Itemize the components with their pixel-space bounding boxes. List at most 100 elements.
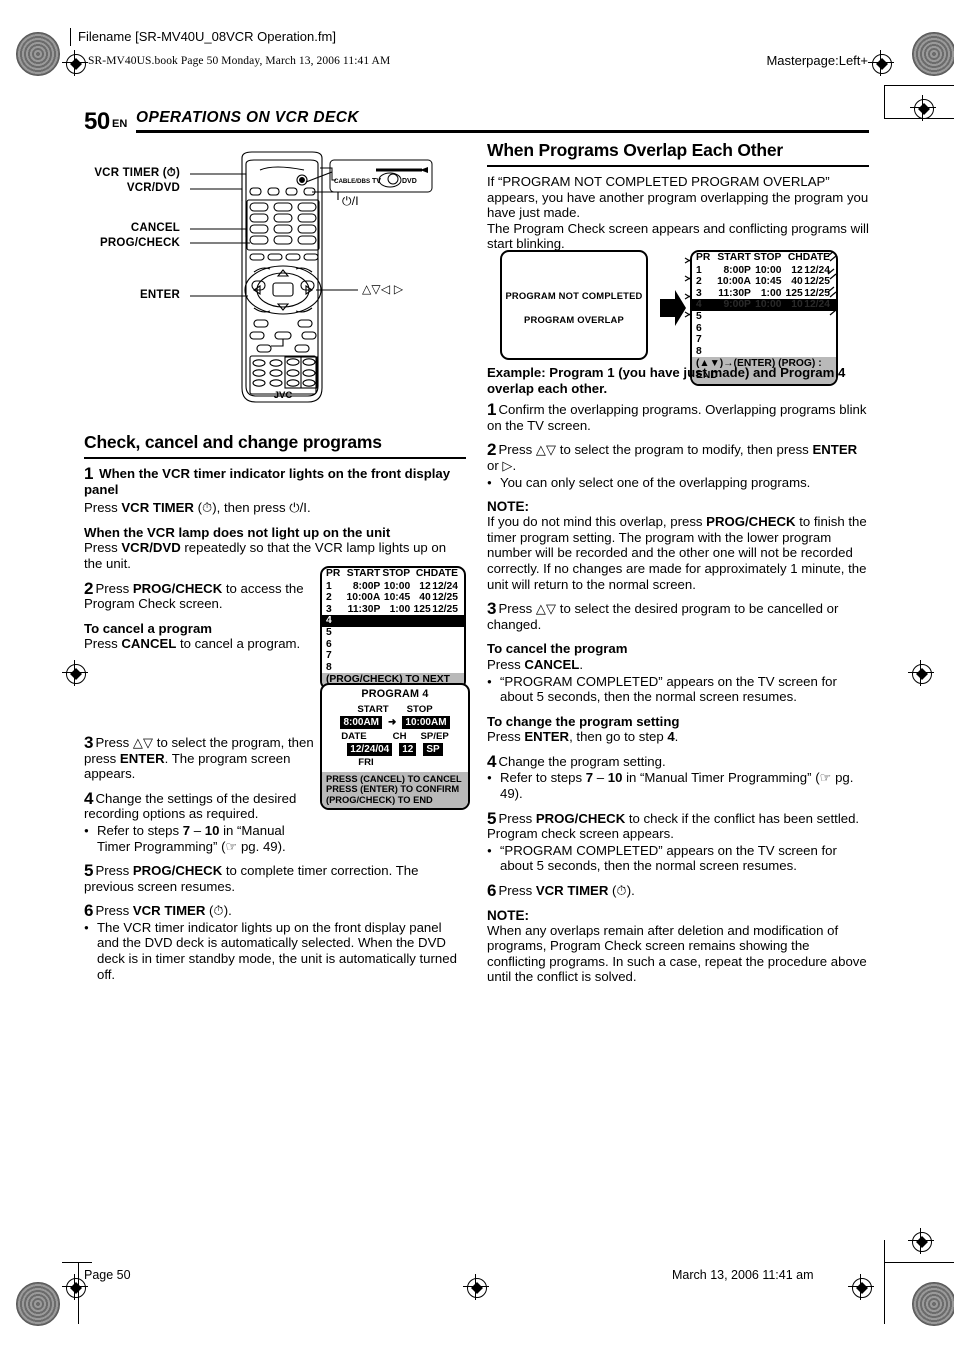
crop-line-bottom-right-v (884, 1240, 885, 1324)
bold-key: CANCEL (121, 636, 177, 652)
blink-indicator-left (684, 257, 691, 318)
cell-start: 8:00P (723, 264, 751, 276)
left-step-6-bullets: The VCR timer indicator lights up on the… (84, 920, 466, 982)
selector-label-cable-dbs: CABLE/DBS (334, 178, 370, 185)
text-fragment: – (190, 822, 205, 838)
text-fragment: Press (487, 656, 525, 672)
reg-mark-br (848, 1274, 874, 1300)
cell-ch: 125 (785, 287, 803, 299)
right-step-2: 2 Press △▽ to select the program to modif… (487, 441, 869, 473)
bold-key: PROG/CHECK (132, 863, 223, 879)
text-fragment: (⏱). (205, 903, 232, 919)
list-item: Refer to steps 7 – 10 in “Manual Timer P… (487, 770, 869, 801)
table-row[interactable]: 8 (322, 662, 464, 674)
table-row-selected[interactable]: 4 (322, 615, 464, 627)
cell-ch: 40 (791, 276, 803, 288)
text-fragment: Press (95, 863, 133, 879)
program-check-table: PR START STOP CH DATE 1 8:00P 10:00 12 1… (692, 252, 836, 357)
bold-key: 10 (204, 822, 220, 838)
date-value[interactable]: 12/24/04 (347, 743, 393, 756)
col-header-stop: STOP (753, 252, 782, 263)
osd-program-check-left: PR START STOP CH DATE 1 8:00P 10:00 12 1… (320, 566, 466, 691)
reg-mark-right-mid (908, 660, 934, 686)
arrow-right-icon: ➜ (388, 717, 397, 728)
table-row[interactable]: 6 (322, 639, 464, 651)
table-row[interactable]: 5 (692, 311, 836, 323)
bold-key: VCR TIMER (121, 500, 194, 516)
table-row[interactable]: 3 11:30P 1:00 125 12/25 (322, 604, 464, 616)
bold-key: CANCEL (524, 656, 580, 672)
cell-start (342, 615, 381, 627)
cell-pr: 7 (696, 334, 702, 346)
start-value[interactable]: 8:00AM (340, 716, 383, 729)
step-number: 6 (84, 901, 94, 921)
cell-ch: 12 (419, 580, 431, 592)
table-row[interactable]: 2 10:00A 10:45 40 12/25 (322, 592, 464, 604)
text-fragment: Press (95, 903, 133, 919)
right-note-1-heading: NOTE: (487, 499, 529, 515)
text-fragment: Refer to steps (500, 770, 586, 786)
list-item: “PROGRAM COMPLETED” appears on the TV sc… (487, 843, 869, 874)
cell-ch (410, 615, 431, 627)
text-fragment: – (593, 770, 608, 786)
right-example-heading: Example: Program 1 (you have just made) … (487, 365, 846, 396)
text-fragment: . (674, 729, 679, 745)
right-column: When Programs Overlap Each Other If “PRO… (487, 140, 869, 261)
left-step-2: 2 Press PROG/CHECK to access the Program … (84, 580, 314, 612)
bold-key: PROG/CHECK (132, 580, 223, 596)
cell-pr: 4 (322, 615, 343, 627)
table-row[interactable]: 7 (322, 650, 464, 662)
stop-value[interactable]: 10:00AM (402, 716, 450, 729)
right-step-6: 6 Press VCR TIMER (⏱). (487, 882, 869, 899)
table-row[interactable]: 2 10:00A 10:45 40 12/25 (692, 276, 836, 288)
page-title-rule (136, 130, 869, 133)
ch-value[interactable]: 12 (399, 743, 417, 756)
cell-stop: 10:45 (383, 592, 411, 604)
table-row[interactable]: 3 11:30P 1:00 125 12/25 (692, 288, 836, 300)
right-intro-p2: The Program Check screen appears and con… (487, 220, 869, 252)
cell-date: 12/25 (432, 592, 458, 604)
page-title: OPERATIONS ON VCR DECK (136, 109, 359, 126)
slug-book-line: SR-MV40US.book Page 50 Monday, March 13,… (88, 55, 391, 67)
bold-key: 4 (667, 729, 675, 745)
left-sub-lamp-heading: When the VCR lamp does not light up on t… (84, 524, 391, 540)
text-fragment: . (579, 656, 583, 672)
mode-label: SP/EP (420, 731, 449, 742)
text-fragment: or ▷. (487, 457, 517, 473)
bold-key: PROG/CHECK (535, 810, 626, 826)
registration-blob-top-left (16, 32, 60, 76)
text-fragment: Press (84, 636, 122, 652)
footer-page-label: Page 50 (84, 1268, 131, 1282)
col-header-start: START (717, 252, 751, 263)
table-row-blinking[interactable]: 4 9:00P 10:00 10 12/24 (692, 299, 836, 311)
program-check-table: PR START STOP CH DATE 1 8:00P 10:00 12 1… (322, 568, 464, 673)
table-row[interactable]: 6 (692, 323, 836, 335)
right-step-5-bullets: “PROGRAM COMPLETED” appears on the TV sc… (487, 843, 869, 874)
table-row[interactable]: 5 (322, 627, 464, 639)
cell-ch: 12 (791, 264, 803, 276)
left-cancel-body: Press CANCEL to cancel a program. (84, 636, 314, 652)
bold-key: 7 (182, 822, 191, 838)
registration-blob-top-right (912, 32, 954, 76)
text-fragment: Change the program setting. (498, 753, 666, 769)
table-row[interactable]: 8 (692, 346, 836, 358)
crop-line-top-right-v (884, 85, 885, 119)
right-column-lower: Example: Program 1 (you have just made) … (487, 365, 869, 994)
table-row[interactable]: 7 (692, 334, 836, 346)
program-4-footer: PRESS (CANCEL) TO CANCEL PRESS (ENTER) T… (322, 772, 468, 809)
mode-value[interactable]: SP (423, 743, 443, 756)
table-row[interactable]: 1 8:00P 10:00 12 12/24 (692, 265, 836, 277)
bold-key: 10 (607, 770, 623, 786)
date-label: DATE (341, 731, 367, 742)
text-fragment: Press △▽ to select the desired program t… (487, 601, 839, 632)
table-row[interactable]: 1 8:00P 10:00 12 12/24 (322, 581, 464, 593)
remote-label-vcr-timer: VCR TIMER (⏱) (94, 167, 180, 179)
left-step-3: 3 Press △▽ to select the program, then pr… (84, 734, 314, 782)
remote-label-prog-check: PROG/CHECK (100, 237, 180, 249)
overlap-message-line-2: PROGRAM OVERLAP (524, 314, 624, 325)
cell-stop: 10:45 (755, 276, 782, 288)
remote-label-cancel: CANCEL (130, 222, 180, 234)
footer-line-3: (PROG/CHECK) TO END (326, 794, 433, 805)
cell-pr: 7 (326, 650, 332, 662)
footer-line-2: PRESS (ENTER) TO CONFIRM (326, 784, 460, 795)
